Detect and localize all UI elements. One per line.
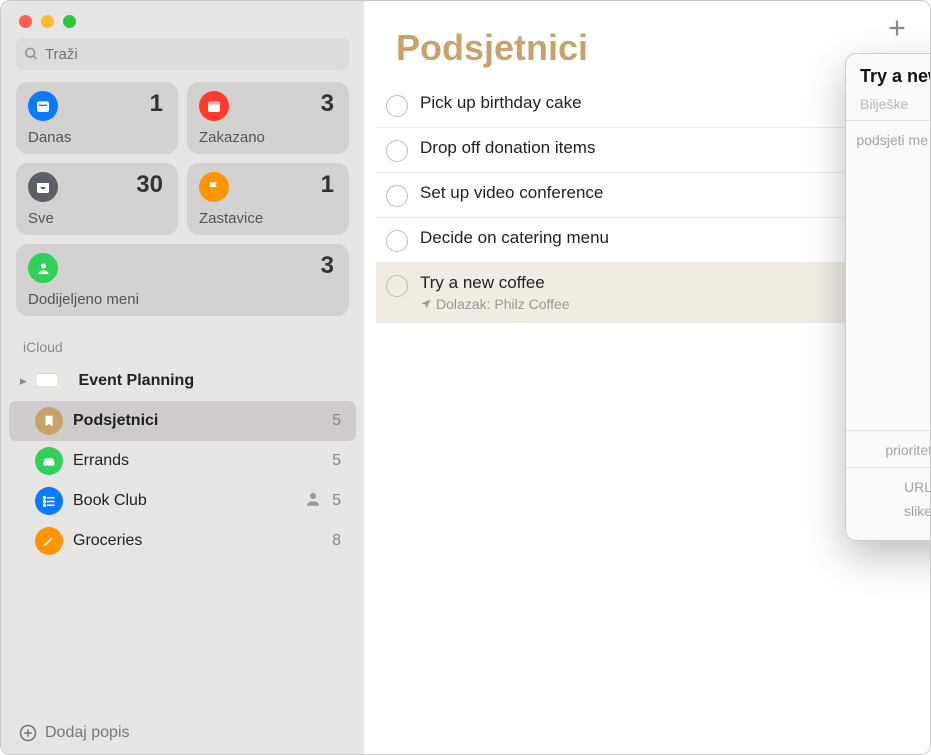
sidebar-list-item[interactable]: Errands5 (9, 441, 356, 481)
remind-label: podsjeti me (846, 130, 931, 148)
list-count: 5 (332, 412, 341, 430)
smart-today-label: Danas (28, 129, 71, 146)
smart-flagged-count: 1 (321, 171, 334, 199)
sidebar-list-item[interactable]: Podsjetnici5 (9, 401, 356, 441)
list-count: 5 (332, 452, 341, 470)
notes-field[interactable]: Bilješke (846, 96, 931, 120)
tray-icon (28, 172, 58, 202)
smart-scheduled[interactable]: 3 Zakazano (187, 82, 349, 154)
smart-today-count: 1 (150, 90, 163, 118)
complete-checkbox[interactable] (386, 95, 408, 117)
add-reminder-button[interactable] (886, 17, 908, 44)
search-input[interactable] (45, 46, 341, 63)
reminder-title: Pick up birthday cake (420, 93, 908, 113)
reminder-title: Decide on catering menu (420, 228, 908, 248)
smart-flagged-label: Zastavice (199, 210, 263, 227)
list-name: Groceries (73, 532, 332, 550)
location-arrow-icon (420, 298, 432, 310)
smart-assigned-count: 3 (321, 252, 334, 280)
reminder-details-popover: Try a new coffee Bilješke podsjeti me Na… (845, 53, 931, 541)
list-count: 8 (332, 532, 341, 550)
list-name: Book Club (73, 492, 304, 510)
smart-lists: 1 Danas 3 Zakazano 30 Sve (1, 82, 364, 325)
list-icon (35, 447, 63, 475)
smart-all-label: Sve (28, 210, 54, 227)
reminder-title: Set up video conference (420, 183, 908, 203)
plus-circle-icon (19, 724, 37, 742)
list-icon (35, 407, 63, 435)
close-button[interactable] (19, 15, 32, 28)
images-label: slike (846, 501, 931, 519)
search-icon (24, 46, 39, 62)
window-controls (1, 1, 364, 38)
maximize-button[interactable] (63, 15, 76, 28)
plus-icon (886, 17, 908, 39)
complete-checkbox[interactable] (386, 275, 408, 297)
reminder-item[interactable]: Drop off donation items (376, 128, 908, 173)
list-name: Errands (73, 452, 332, 470)
add-list-label: Dodaj popis (45, 724, 130, 742)
main-content: Podsjetnici 5 Pick up birthday cakeDrop … (364, 1, 930, 754)
popover-title[interactable]: Try a new coffee (860, 66, 931, 87)
add-list-button[interactable]: Dodaj popis (1, 712, 364, 754)
smart-flagged[interactable]: 1 Zastavice (187, 163, 349, 235)
person-icon (28, 253, 58, 283)
list-icon (35, 487, 63, 515)
smart-assigned[interactable]: 3 Dodijeljeno meni (16, 244, 349, 316)
reminder-item[interactable]: Decide on catering menu (376, 218, 908, 263)
complete-checkbox[interactable] (386, 185, 408, 207)
list-icon (31, 367, 69, 395)
reminder-title: Drop off donation items (420, 138, 908, 158)
list-count: 5 (332, 492, 341, 510)
reminder-item[interactable]: Try a new coffee Dolazak: Philz Coffee (376, 263, 908, 323)
reminder-item[interactable]: Pick up birthday cake (376, 83, 908, 128)
sidebar: 1 Danas 3 Zakazano 30 Sve (1, 1, 364, 754)
reminder-subtitle: Dolazak: Philz Coffee (420, 296, 908, 312)
shared-icon (304, 490, 322, 513)
section-icloud: iCloud (1, 325, 364, 361)
reminder-title: Try a new coffee (420, 273, 908, 293)
app-window: 1 Danas 3 Zakazano 30 Sve (0, 0, 931, 755)
lists: ▸Event PlanningPodsjetnici5Errands5Book … (1, 361, 364, 561)
search-field[interactable] (16, 38, 349, 70)
disclosure-triangle-icon[interactable]: ▸ (20, 373, 27, 389)
reminder-item[interactable]: Set up video conference (376, 173, 908, 218)
calendar-icon (199, 91, 229, 121)
sidebar-list-item[interactable]: ▸ Event Planning (9, 361, 356, 401)
calendar-today-icon (28, 91, 58, 121)
smart-today[interactable]: 1 Danas (16, 82, 178, 154)
sidebar-list-item[interactable]: Book Club 5 (9, 481, 356, 521)
complete-checkbox[interactable] (386, 140, 408, 162)
smart-assigned-label: Dodijeljeno meni (28, 291, 139, 308)
flag-icon (199, 172, 229, 202)
smart-all[interactable]: 30 Sve (16, 163, 178, 235)
list-name: Event Planning (79, 372, 341, 390)
sidebar-list-item[interactable]: Groceries8 (9, 521, 356, 561)
smart-all-count: 30 (136, 171, 163, 199)
complete-checkbox[interactable] (386, 230, 408, 252)
url-label: URL (846, 477, 931, 495)
list-name: Podsjetnici (73, 412, 332, 430)
minimize-button[interactable] (41, 15, 54, 28)
priority-label: prioritet (846, 440, 931, 458)
smart-scheduled-count: 3 (321, 90, 334, 118)
smart-scheduled-label: Zakazano (199, 129, 265, 146)
list-icon (35, 527, 63, 555)
